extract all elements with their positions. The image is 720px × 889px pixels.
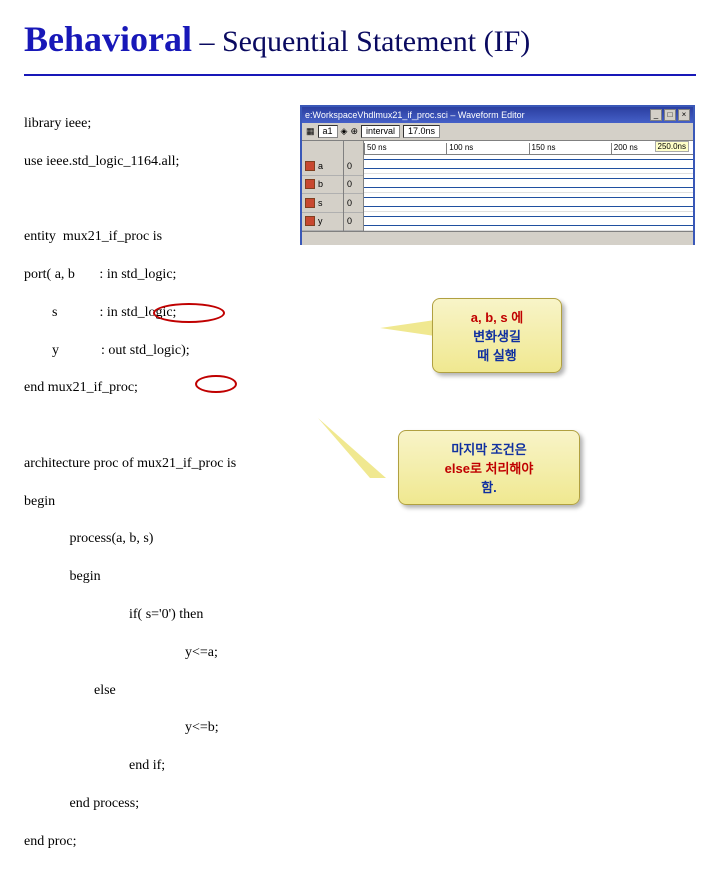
waveform-scrollbar[interactable]	[302, 231, 693, 245]
close-button[interactable]: ×	[678, 109, 690, 121]
time-ruler: 50 ns 100 ns 150 ns 200 ns	[364, 141, 693, 155]
code-line: end proc;	[24, 833, 696, 852]
window-controls: _ □ ×	[650, 109, 690, 121]
callout-line: else로 처리해야	[445, 461, 534, 476]
code-line: y<=a;	[24, 644, 696, 663]
time-tick: 100 ns	[446, 143, 528, 154]
time-tick: 150 ns	[529, 143, 611, 154]
waveform-plot: a b s y 0 0 0 0 250.0ns 50 ns 100 ns 150…	[302, 141, 693, 231]
signal-field[interactable]: a1	[318, 125, 338, 138]
code-line: begin	[24, 493, 696, 512]
code-line: y<=b;	[24, 719, 696, 738]
highlight-circle-sensitivity	[153, 303, 225, 323]
signal-name[interactable]: a	[302, 157, 343, 176]
callout-tail	[380, 320, 435, 336]
trace-row	[364, 155, 693, 174]
code-line: else	[24, 682, 696, 701]
trace-row	[364, 193, 693, 212]
callout-line: 함.	[413, 477, 565, 496]
signal-value: 0	[344, 213, 363, 232]
maximize-button[interactable]: □	[664, 109, 676, 121]
highlight-circle-else	[195, 375, 237, 393]
vals-header	[344, 141, 363, 157]
time-tick: 50 ns	[364, 143, 446, 154]
code-line: begin	[24, 568, 696, 587]
callout-sensitivity: a, b, s 에 변화생길 때 실행	[432, 298, 562, 373]
callout-line: 변화생길	[447, 326, 547, 345]
callout-line: a, b, s 에	[447, 307, 547, 326]
callout-else: 마지막 조건은 else로 처리해야 함.	[398, 430, 580, 505]
waveform-traces[interactable]: 250.0ns 50 ns 100 ns 150 ns 200 ns	[364, 141, 693, 231]
names-header	[302, 141, 343, 157]
signal-values-column: 0 0 0 0	[344, 141, 364, 231]
title-sub: – Sequential Statement (IF)	[192, 25, 530, 58]
interval-field[interactable]: interval	[361, 125, 400, 138]
code-line: end process;	[24, 795, 696, 814]
signal-name[interactable]: b	[302, 176, 343, 195]
code-line: y : out std_logic);	[24, 342, 696, 361]
waveform-titlebar: e:WorkspaceVhdlmux21_if_proc.sci – Wavef…	[302, 107, 693, 123]
code-line: s : in std_logic;	[24, 304, 696, 323]
toolbar-icon[interactable]: ◈	[341, 126, 348, 137]
callout-line: 마지막 조건은	[413, 439, 565, 458]
slide-title-area: Behavioral – Sequential Statement (IF)	[0, 0, 720, 68]
code-line: end if;	[24, 757, 696, 776]
code-line: port( a, b : in std_logic;	[24, 266, 696, 285]
waveform-editor-window: e:WorkspaceVhdlmux21_if_proc.sci – Wavef…	[300, 105, 695, 245]
trace-line	[364, 178, 693, 188]
signal-value: 0	[344, 176, 363, 195]
title-main: Behavioral	[24, 19, 192, 59]
trace-line	[364, 197, 693, 207]
trace-line	[364, 159, 693, 169]
waveform-toolbar: ▦ a1 ◈ ⊕ interval 17.0ns	[302, 123, 693, 141]
trace-line	[364, 216, 693, 226]
trace-row	[364, 212, 693, 231]
signal-value: 0	[344, 157, 363, 176]
trace-row	[364, 174, 693, 193]
time-field[interactable]: 17.0ns	[403, 125, 440, 138]
signal-value: 0	[344, 194, 363, 213]
waveform-title-text: e:WorkspaceVhdlmux21_if_proc.sci – Wavef…	[305, 110, 525, 120]
time-marker: 250.0ns	[655, 141, 689, 152]
signal-names-column: a b s y	[302, 141, 344, 231]
code-line: end mux21_if_proc;	[24, 379, 696, 398]
minimize-button[interactable]: _	[650, 109, 662, 121]
code-blank	[24, 417, 696, 436]
code-line: if( s='0') then	[24, 606, 696, 625]
signal-name[interactable]: y	[302, 213, 343, 232]
callout-line: 때 실행	[447, 345, 547, 364]
toolbar-icon[interactable]: ▦	[306, 126, 315, 137]
toolbar-icon[interactable]: ⊕	[350, 126, 358, 137]
signal-name[interactable]: s	[302, 194, 343, 213]
